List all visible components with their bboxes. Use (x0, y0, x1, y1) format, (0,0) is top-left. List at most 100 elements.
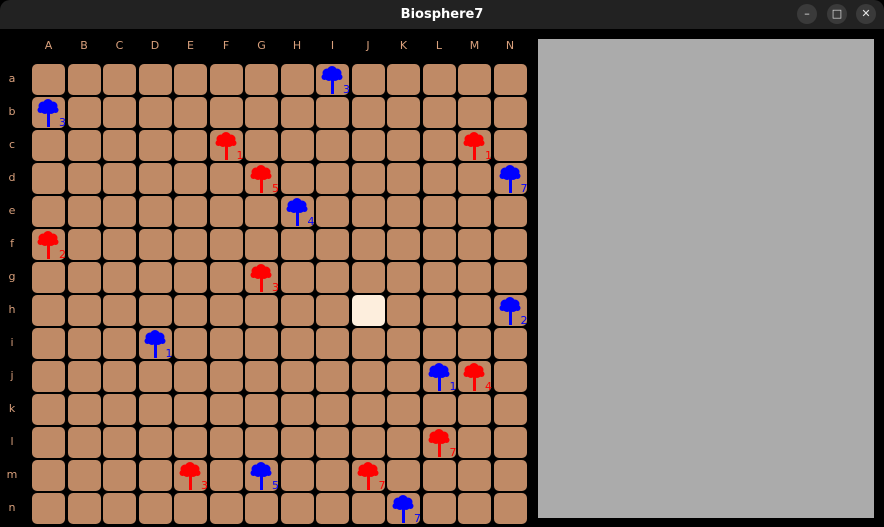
board-cell-iC[interactable] (103, 328, 136, 359)
tree-red-gG[interactable]: 3 (244, 261, 279, 294)
board-cell-nL[interactable] (422, 493, 456, 524)
board-cell-aJ[interactable] (351, 64, 385, 95)
board-cell-hM[interactable] (458, 295, 491, 326)
board-cell-gD[interactable] (138, 262, 172, 293)
board-cell-iJ[interactable] (351, 328, 385, 359)
board-cell-aM[interactable] (458, 64, 491, 95)
board-cell-nE[interactable] (174, 493, 207, 524)
board-cell-gB[interactable] (67, 262, 101, 293)
board-cell-dF[interactable] (209, 163, 243, 194)
board-cell-bH[interactable] (280, 97, 314, 128)
board-cell-kM[interactable] (458, 394, 491, 425)
board-cell-cL[interactable] (422, 130, 456, 161)
board-cell-jC[interactable] (103, 361, 136, 392)
board-cell-dC[interactable] (103, 163, 136, 194)
board-cell-aB[interactable] (67, 64, 101, 95)
board-cell-bM[interactable] (458, 97, 491, 128)
board-cell-jJ[interactable] (351, 361, 385, 392)
board-cell-nN[interactable] (493, 493, 527, 524)
board-cell-gL[interactable] (422, 262, 456, 293)
board-cell-bD[interactable] (138, 97, 172, 128)
board-cell-cI[interactable] (316, 130, 349, 161)
board-cell-dK[interactable] (387, 163, 420, 194)
board-cell-nB[interactable] (67, 493, 101, 524)
tree-blue-dN[interactable]: 7 (493, 162, 528, 195)
board-cell-iL[interactable] (422, 328, 456, 359)
board-cell-iB[interactable] (67, 328, 101, 359)
board-cell-kB[interactable] (67, 394, 101, 425)
board-cell-iE[interactable] (174, 328, 207, 359)
board-cell-hL[interactable] (422, 295, 456, 326)
board-cell-kK[interactable] (387, 394, 420, 425)
board-cell-eG[interactable] (245, 196, 278, 227)
tree-red-mJ[interactable]: 7 (351, 459, 386, 492)
board-cell-hF[interactable] (209, 295, 243, 326)
board-cell-bB[interactable] (67, 97, 101, 128)
board-cell-dD[interactable] (138, 163, 172, 194)
board-cell-cK[interactable] (387, 130, 420, 161)
minimize-button[interactable]: – (797, 4, 817, 24)
board-cell-gN[interactable] (493, 262, 527, 293)
board-cell-fH[interactable] (280, 229, 314, 260)
board-cell-fI[interactable] (316, 229, 349, 260)
board-cell-eK[interactable] (387, 196, 420, 227)
board-cell-jI[interactable] (316, 361, 349, 392)
board-cell-kE[interactable] (174, 394, 207, 425)
board-cell-cA[interactable] (32, 130, 65, 161)
board-cell-kL[interactable] (422, 394, 456, 425)
board-cell-mD[interactable] (138, 460, 172, 491)
board-cell-jE[interactable] (174, 361, 207, 392)
board-cell-fM[interactable] (458, 229, 491, 260)
board-cell-nG[interactable] (245, 493, 278, 524)
board-cell-kC[interactable] (103, 394, 136, 425)
board-cell-mI[interactable] (316, 460, 349, 491)
board-cell-nA[interactable] (32, 493, 65, 524)
board-cell-hA[interactable] (32, 295, 65, 326)
tree-blue-eH[interactable]: 4 (280, 195, 315, 228)
tree-blue-mG[interactable]: 5 (244, 459, 279, 492)
board-cell-kG[interactable] (245, 394, 278, 425)
board-cell-lD[interactable] (138, 427, 172, 458)
board-cell-jB[interactable] (67, 361, 101, 392)
board-cell-fJ[interactable] (351, 229, 385, 260)
board-cell-lN[interactable] (493, 427, 527, 458)
board-cell-nM[interactable] (458, 493, 491, 524)
board-cell-fK[interactable] (387, 229, 420, 260)
board-cell-mN[interactable] (493, 460, 527, 491)
tree-blue-jL[interactable]: 1 (422, 360, 457, 393)
board-cell-dB[interactable] (67, 163, 101, 194)
board-cell-gK[interactable] (387, 262, 420, 293)
board-cell-aH[interactable] (280, 64, 314, 95)
board-cell-gI[interactable] (316, 262, 349, 293)
board-cell-iN[interactable] (493, 328, 527, 359)
board-cell-nF[interactable] (209, 493, 243, 524)
board-cell-mM[interactable] (458, 460, 491, 491)
board-cell-dE[interactable] (174, 163, 207, 194)
board-cell-mK[interactable] (387, 460, 420, 491)
board-cell-iG[interactable] (245, 328, 278, 359)
board-cell-aL[interactable] (422, 64, 456, 95)
board-cell-hB[interactable] (67, 295, 101, 326)
board-cell-dI[interactable] (316, 163, 349, 194)
tree-red-fA[interactable]: 2 (31, 228, 66, 261)
board-cell-lA[interactable] (32, 427, 65, 458)
board-cell-eC[interactable] (103, 196, 136, 227)
board-cell-eF[interactable] (209, 196, 243, 227)
board-cell-gJ[interactable] (351, 262, 385, 293)
board-cell-cC[interactable] (103, 130, 136, 161)
board-cell-cJ[interactable] (351, 130, 385, 161)
board-cell-eB[interactable] (67, 196, 101, 227)
board-cell-aD[interactable] (138, 64, 172, 95)
tree-red-lL[interactable]: 7 (422, 426, 457, 459)
board-cell-eM[interactable] (458, 196, 491, 227)
board-cell-iI[interactable] (316, 328, 349, 359)
board-cell-iH[interactable] (280, 328, 314, 359)
board-cell-bK[interactable] (387, 97, 420, 128)
board-cell-eN[interactable] (493, 196, 527, 227)
board-cell-kN[interactable] (493, 394, 527, 425)
board-cell-mF[interactable] (209, 460, 243, 491)
tree-blue-bA[interactable]: 3 (31, 96, 66, 129)
board-cell-gM[interactable] (458, 262, 491, 293)
board-cell-bI[interactable] (316, 97, 349, 128)
board-cell-cD[interactable] (138, 130, 172, 161)
